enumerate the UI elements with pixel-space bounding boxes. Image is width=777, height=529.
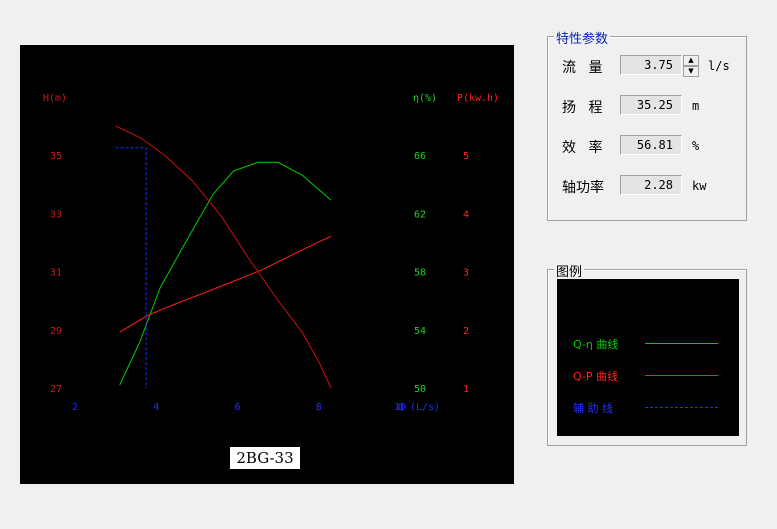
head-tick-label: 29 — [50, 326, 62, 337]
flow-input[interactable]: 3.75 — [620, 55, 682, 75]
legend-title: 图例 — [554, 261, 585, 280]
chart-canvas: H(m) η(%) P(kw.h)Q (L/s)353331292766625854… — [43, 93, 499, 413]
efficiency-tick-label: 66 — [414, 151, 426, 162]
legend-label-power: Q-P 曲线 — [573, 370, 619, 383]
power-tick-label: 5 — [463, 151, 469, 162]
legend-label-aux: 辅 助 线 — [573, 402, 613, 415]
efficiency-tick-label: 50 — [414, 384, 426, 395]
legend-panel: Q-η 曲线 Q-P 曲线 辅 助 线 — [557, 279, 739, 436]
head-tick-label: 33 — [50, 209, 62, 220]
shaft-power-row: 轴功率 2.28 kw — [548, 175, 746, 197]
flow-row: 流 量 3.75 ▲ ▼ l/s — [548, 55, 746, 77]
legend-line-efficiency — [645, 343, 718, 344]
series-line-2 — [115, 125, 332, 389]
legend-line-aux — [645, 407, 718, 408]
up-arrow-icon[interactable]: ▲ — [683, 55, 699, 66]
power-tick-label: 1 — [463, 384, 469, 395]
params-title: 特性参数 — [554, 28, 611, 47]
efficiency-value: 56.81 — [620, 135, 682, 155]
x-tick-label: 2 — [72, 402, 78, 413]
down-arrow-icon[interactable]: ▼ — [683, 66, 699, 77]
head-row: 扬 程 35.25 m — [548, 95, 746, 117]
shaft-power-label: 轴功率 — [562, 180, 604, 196]
series-line-0 — [119, 161, 332, 386]
efficiency-tick-label: 54 — [414, 326, 426, 337]
head-tick-label: 27 — [50, 384, 62, 395]
legend-line-power — [645, 375, 718, 376]
efficiency-label: 效 率 — [562, 140, 607, 156]
flow-unit: l/s — [708, 59, 730, 73]
params-group: 特性参数 流 量 3.75 ▲ ▼ l/s 扬 程 35.25 m 效 率 56… — [547, 28, 747, 221]
axis-title-efficiency: η(%) — [413, 93, 437, 104]
power-tick-label: 4 — [463, 209, 469, 220]
head-tick-label: 35 — [50, 151, 62, 162]
head-tick-label: 31 — [50, 268, 62, 279]
head-unit: m — [692, 99, 700, 113]
x-tick-label: 10 — [394, 402, 406, 413]
performance-chart: H(m) η(%) P(kw.h) Q (L/s) 35 33 31 29 27 66 62 58 54… — [20, 45, 514, 484]
model-label: 2BG-33 — [230, 447, 300, 469]
axis-title-head: H(m) — [43, 93, 67, 104]
x-tick-label: 8 — [316, 402, 322, 413]
series-line-3 — [115, 147, 147, 388]
head-label: 扬 程 — [562, 100, 607, 116]
shaft-power-value: 2.28 — [620, 175, 682, 195]
legend-label-efficiency: Q-η 曲线 — [573, 338, 619, 351]
x-tick-label: 6 — [234, 402, 240, 413]
efficiency-tick-label: 58 — [414, 268, 426, 279]
shaft-power-unit: kw — [692, 179, 707, 193]
series-line-1 — [119, 236, 332, 333]
legend-group: 图例 Q-η 曲线 Q-P 曲线 辅 助 线 — [547, 261, 747, 446]
flow-stepper[interactable]: ▲ ▼ — [683, 55, 699, 77]
power-tick-label: 3 — [463, 268, 469, 279]
axis-title-power: P(kw.h) — [457, 93, 499, 104]
head-value: 35.25 — [620, 95, 682, 115]
flow-label: 流 量 — [562, 60, 607, 76]
efficiency-unit: % — [692, 139, 700, 153]
power-tick-label: 2 — [463, 326, 469, 337]
x-tick-label: 4 — [153, 402, 159, 413]
efficiency-tick-label: 62 — [414, 209, 426, 220]
efficiency-row: 效 率 56.81 % — [548, 135, 746, 157]
